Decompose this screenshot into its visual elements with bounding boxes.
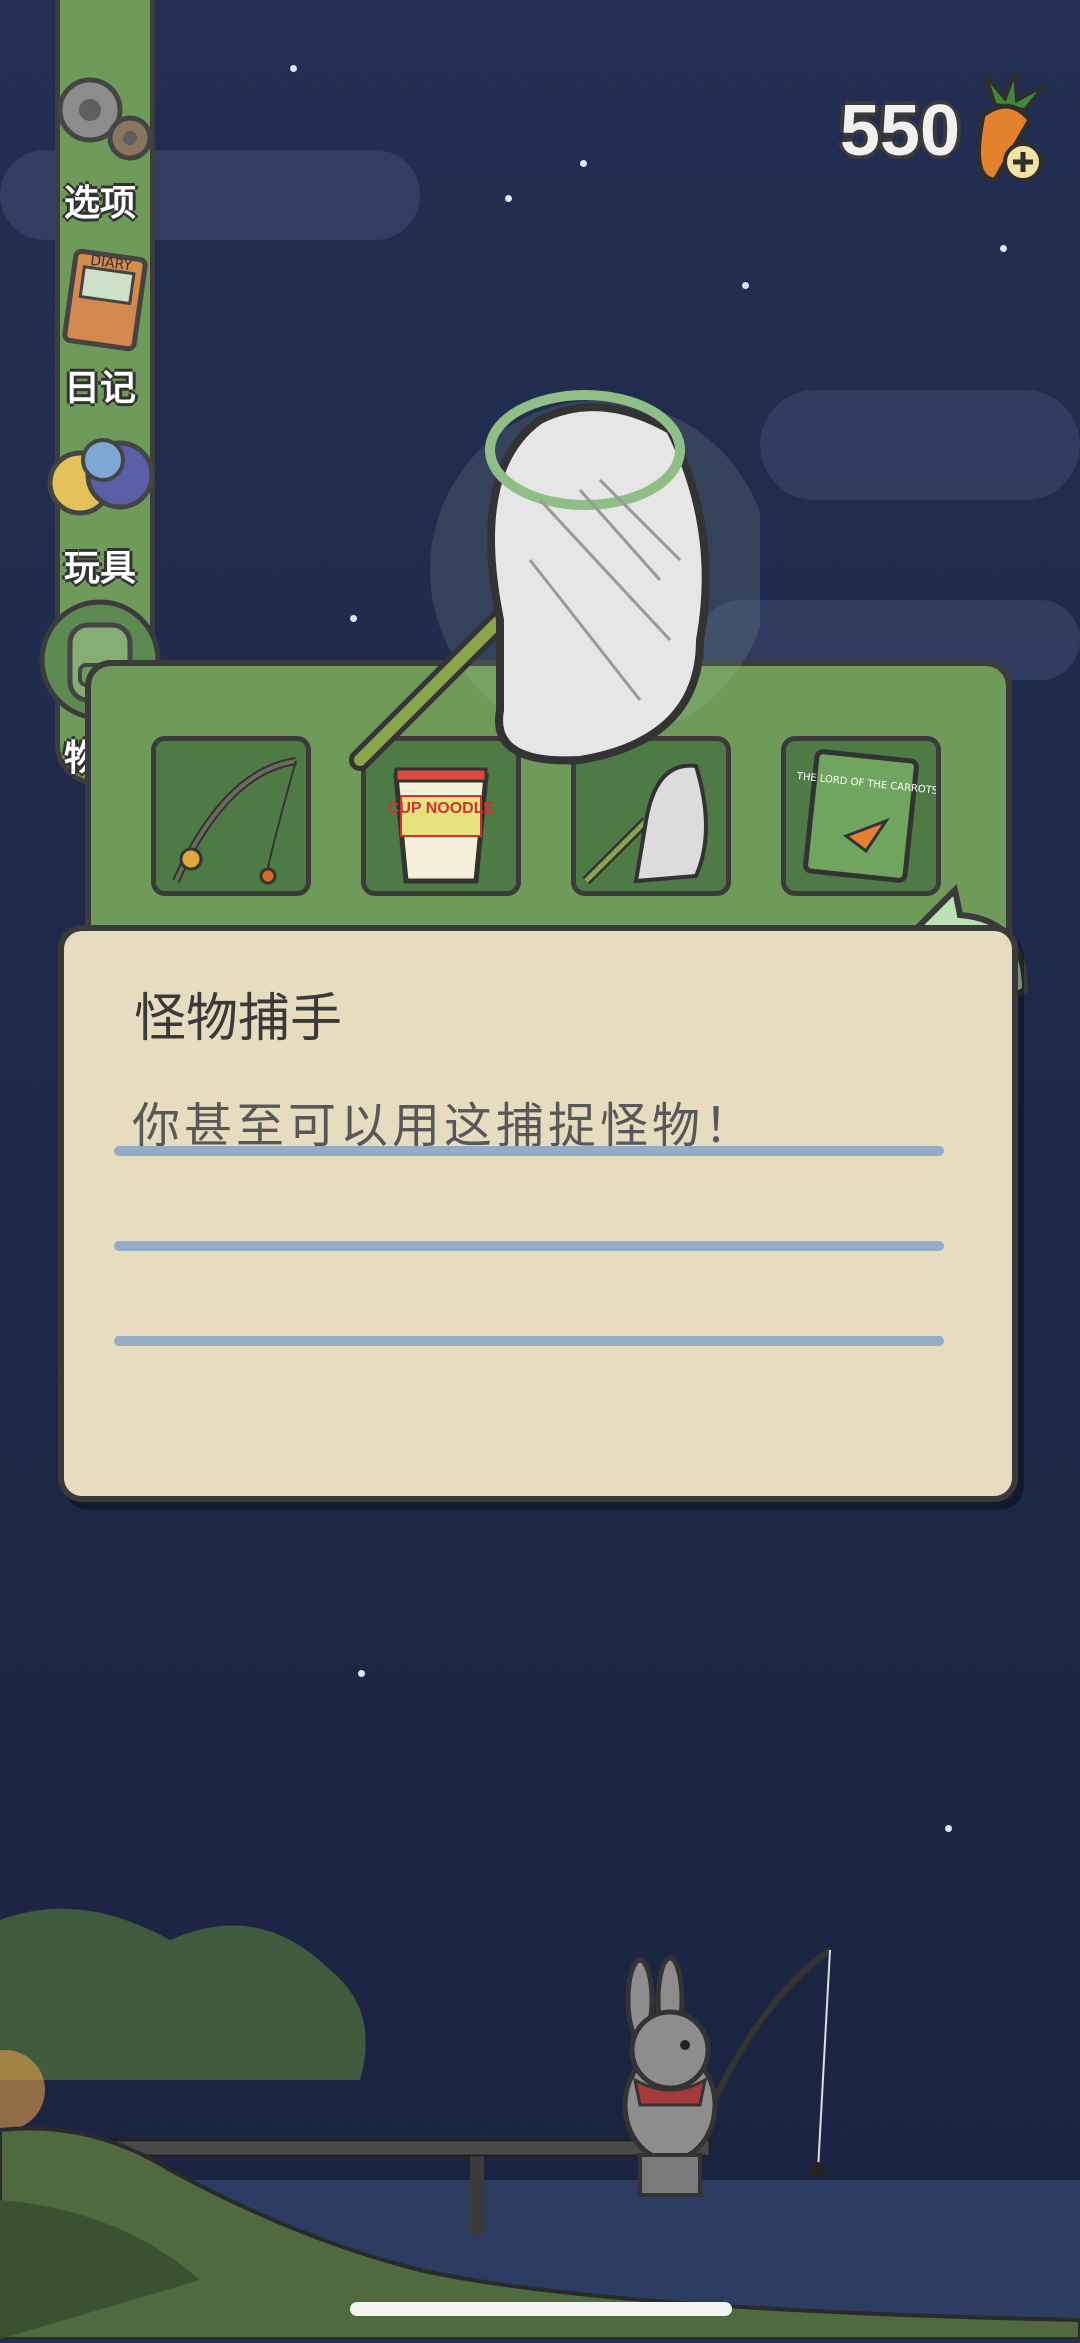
star [1000,245,1007,252]
scene-landscape [0,1880,1080,2341]
star [945,1825,952,1832]
star [580,160,587,167]
star [742,282,749,289]
currency-amount: 550 [839,91,960,171]
item-description-card: 怪物捕手 你甚至可以用这捕捉怪物！ [58,925,1018,1502]
menu-label-toys: 玩具 [63,548,136,589]
rabbit-character[interactable] [600,1940,860,2240]
star [290,65,297,72]
cup-noodle-label: CUP NOODLE [388,800,495,817]
gear-icon [57,77,153,161]
book-icon: THE LORD OF THE CARROTS [795,749,939,883]
inventory-slot-book[interactable]: THE LORD OF THE CARROTS [781,736,941,896]
toy-balls-icon [47,438,155,516]
bug-net-icon [349,390,770,771]
text-line [114,1241,944,1251]
fishing-rod-icon [172,757,297,885]
text-line [114,1146,944,1156]
selected-item-display [340,380,770,800]
diary-icon: DIARY [62,248,148,352]
menu-label-options: 选项 [63,183,136,224]
carrot-plus-icon[interactable] [955,70,1055,190]
item-name: 怪物捕手 [134,989,343,1049]
cloud [760,390,1080,500]
home-indicator[interactable] [350,2302,732,2316]
menu-label-diary: 日记 [63,368,136,409]
star [505,195,512,202]
star [358,1670,365,1677]
menu-item-toys[interactable]: 玩具 [20,425,180,591]
menu-item-options[interactable]: 选项 [20,60,180,226]
inventory-slot-fishing-rod[interactable] [151,736,311,896]
rabbit-fishing-icon [622,1947,832,2197]
text-line [114,1336,944,1346]
menu-item-diary[interactable]: DIARY 日记 [20,245,180,411]
